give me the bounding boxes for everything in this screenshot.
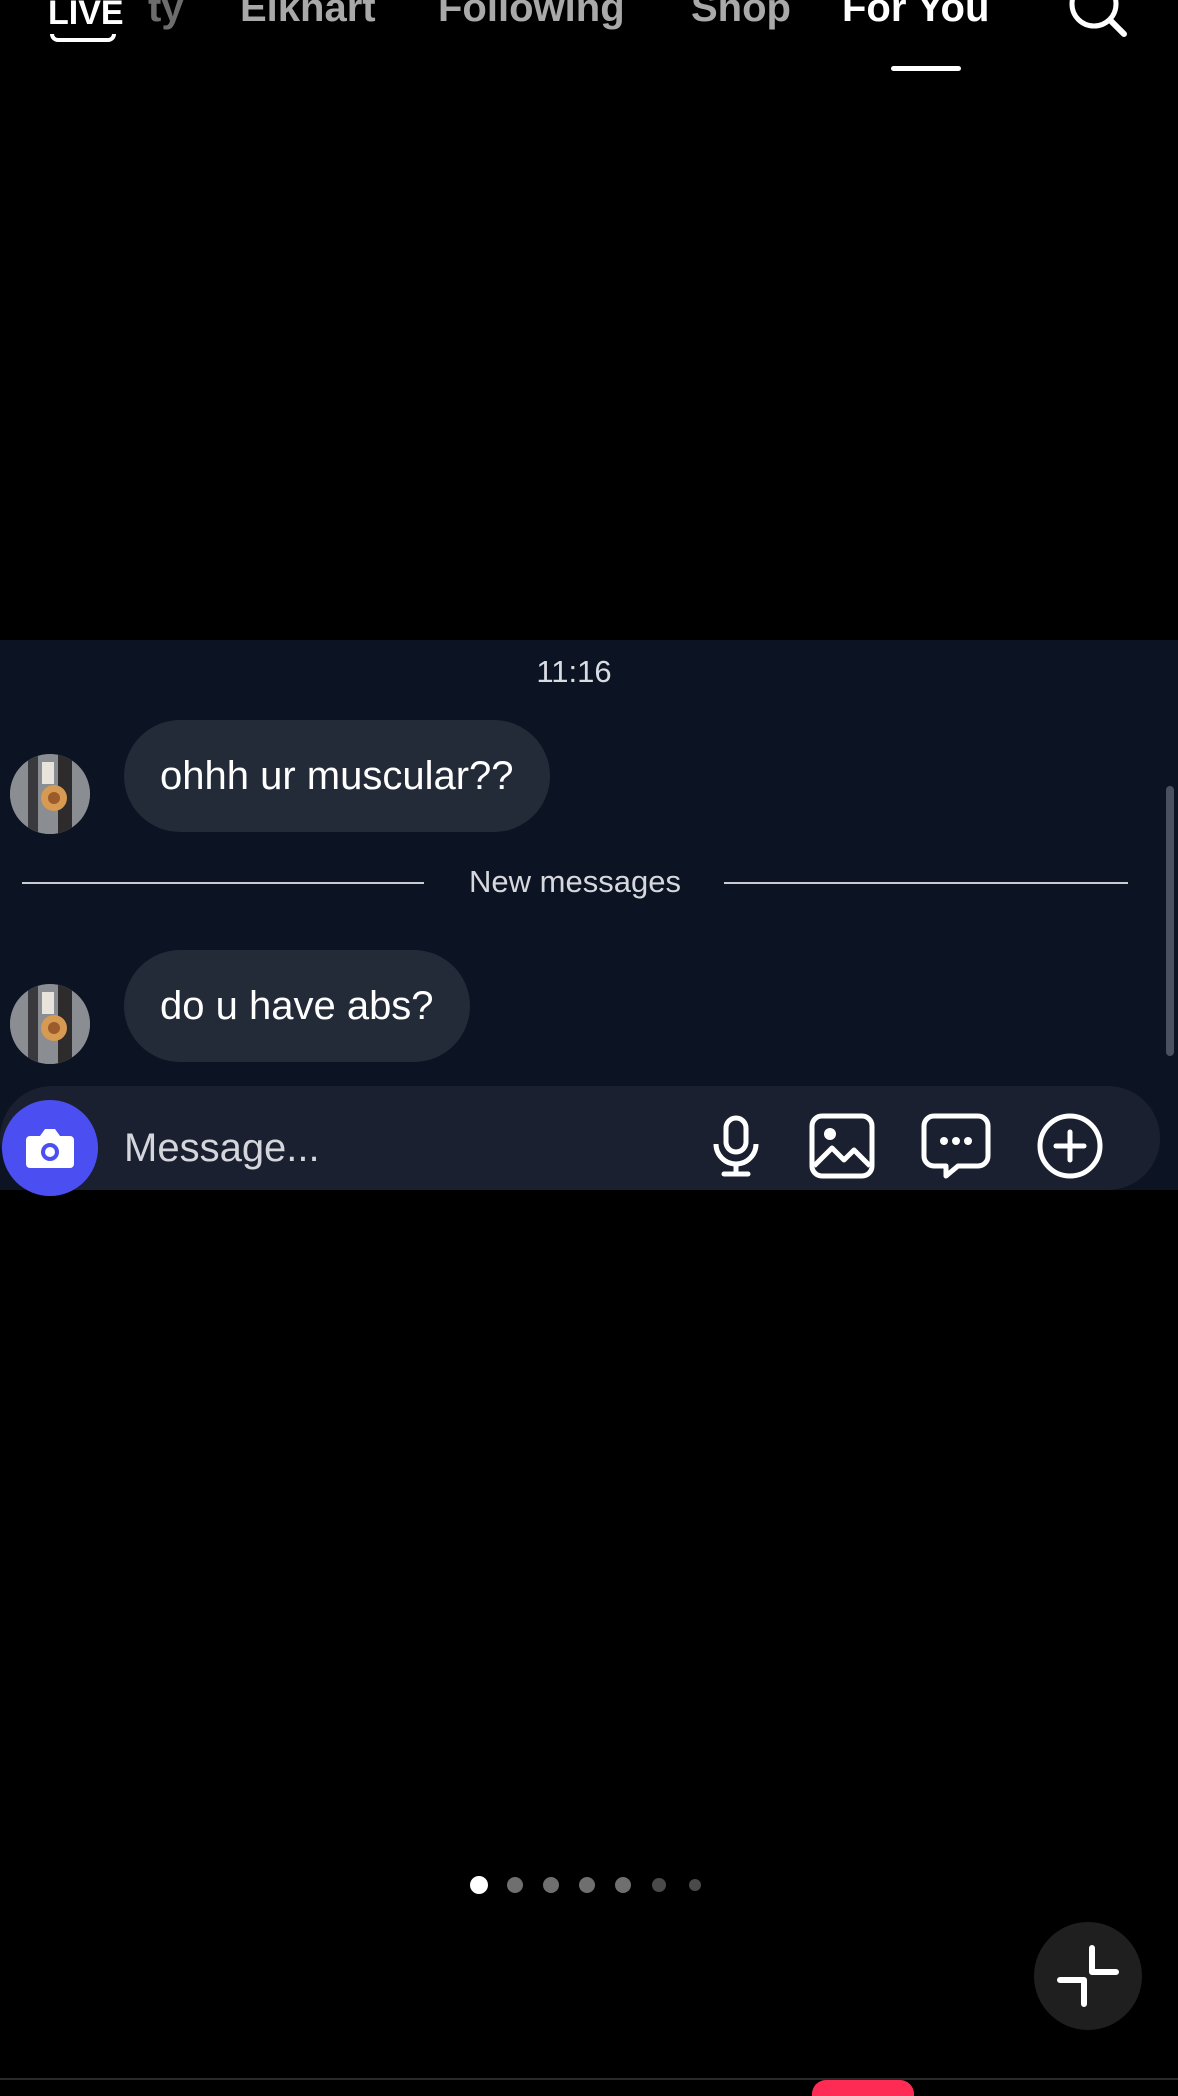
app-screen: LIVE ty Elkhart Following Shop For You 1…	[0, 0, 1178, 2096]
active-tab-indicator	[891, 66, 961, 71]
pager-dot[interactable]	[615, 1877, 631, 1893]
plus-circle-icon[interactable]	[1034, 1110, 1106, 1182]
bottom-nav-divider	[0, 2078, 1178, 2080]
message-input[interactable]	[124, 1118, 644, 1178]
tv-icon	[50, 34, 116, 42]
sticker-chat-icon[interactable]	[920, 1110, 992, 1182]
tab-partial[interactable]: ty	[148, 0, 184, 31]
avatar-photo-icon	[10, 984, 90, 1064]
camera-button[interactable]	[2, 1100, 98, 1196]
message-bubble[interactable]: do u have abs?	[124, 950, 470, 1062]
top-nav: LIVE ty Elkhart Following Shop For You	[0, 0, 1178, 80]
image-icon[interactable]	[806, 1110, 878, 1182]
live-label: LIVE	[48, 0, 124, 32]
inbox-badge	[812, 2080, 914, 2096]
tab-shop[interactable]: Shop	[691, 0, 791, 31]
camera-icon	[26, 1129, 74, 1168]
pager-dot[interactable]	[579, 1877, 595, 1893]
divider-line-right	[724, 882, 1128, 884]
new-messages-divider: New messages	[22, 862, 1128, 902]
scrollbar[interactable]	[1166, 786, 1174, 1056]
tab-for-you[interactable]: For You	[842, 0, 989, 31]
pager-dot[interactable]	[689, 1879, 701, 1891]
tab-elkhart[interactable]: Elkhart	[240, 0, 376, 31]
message-bubble[interactable]: ohhh ur muscular??	[124, 720, 550, 832]
pager-dot-active[interactable]	[470, 1876, 488, 1894]
avatar[interactable]	[10, 754, 90, 834]
microphone-icon[interactable]	[700, 1110, 772, 1182]
search-icon[interactable]	[1060, 0, 1130, 48]
live-button[interactable]: LIVE	[44, 0, 124, 50]
tab-following[interactable]: Following	[438, 0, 625, 31]
avatar-photo-icon	[10, 754, 90, 834]
pager-dot[interactable]	[652, 1878, 666, 1892]
minimize-button[interactable]	[1034, 1922, 1142, 2030]
avatar[interactable]	[10, 984, 90, 1064]
pager-dot[interactable]	[507, 1877, 523, 1893]
minimize-icon	[1057, 1945, 1119, 2007]
pager-dot[interactable]	[543, 1877, 559, 1893]
chat-timestamp: 11:16	[536, 654, 612, 689]
